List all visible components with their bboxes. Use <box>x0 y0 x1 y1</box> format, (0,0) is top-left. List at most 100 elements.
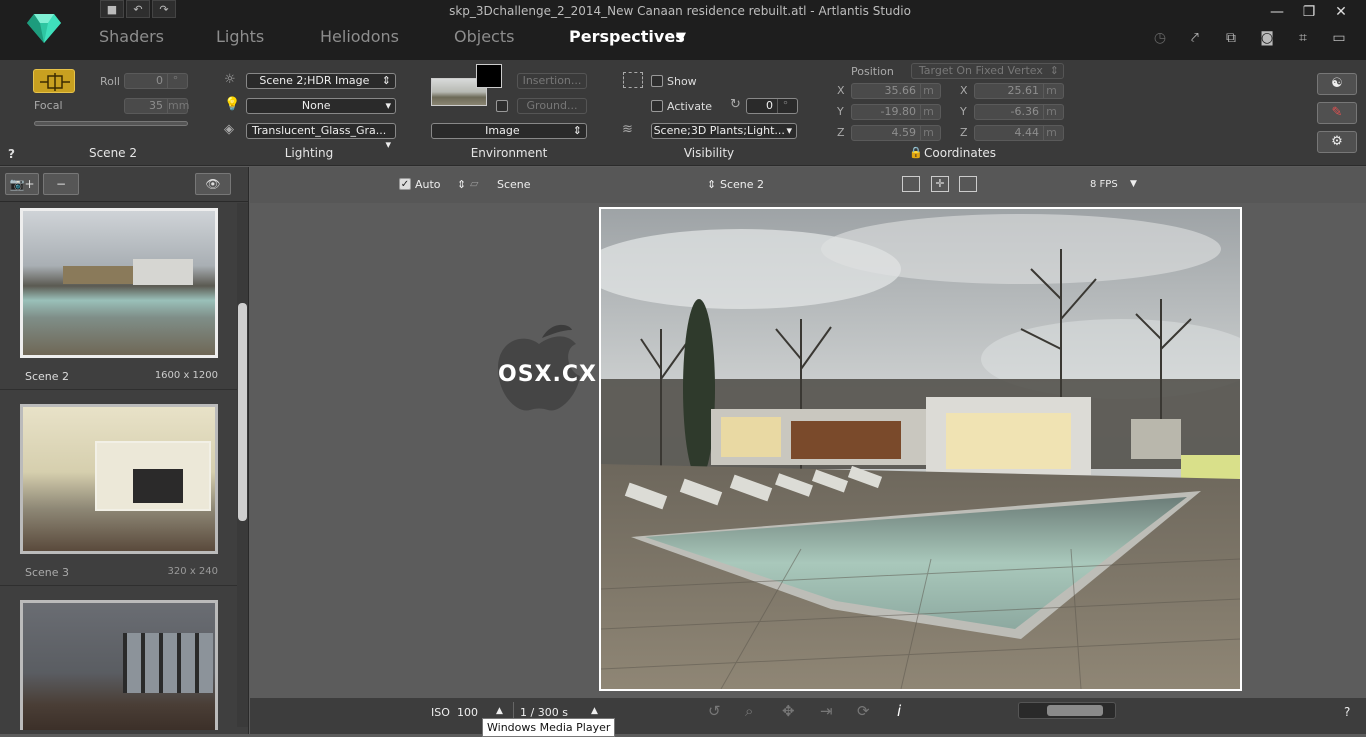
scene-section-label: Scene 2 <box>88 146 138 160</box>
info-icon[interactable]: i <box>897 702 901 720</box>
scene-size: 320 x 240 <box>167 566 218 577</box>
redo-icon[interactable]: ↷ <box>152 0 176 18</box>
ground-checkbox[interactable] <box>496 100 508 112</box>
scene-select[interactable]: Scene 2 <box>720 178 764 191</box>
display-icon[interactable]: ▭ <box>1329 30 1349 48</box>
render-mode-button[interactable]: ☯ <box>1317 73 1357 95</box>
fps-select[interactable]: 8 FPS <box>1090 179 1118 190</box>
maximize-button[interactable]: ❐ <box>1294 4 1324 22</box>
render-viewport[interactable] <box>599 207 1242 691</box>
sun-icon: ☼ <box>224 72 236 87</box>
help-icon[interactable]: ? <box>8 147 15 161</box>
navigation-slider[interactable] <box>1018 702 1116 719</box>
taskbar-tooltip: Windows Media Player <box>482 718 616 737</box>
roll-label: Roll <box>100 75 120 88</box>
target-y-field[interactable]: -6.36 m <box>974 104 1064 120</box>
axis-icon[interactable]: ⤤ <box>1185 30 1205 48</box>
shader-select[interactable]: Translucent_Glass_Gra... ▾ <box>246 123 396 151</box>
camera-frame-icon <box>40 73 70 91</box>
light-select[interactable]: None ▾ <box>246 98 396 114</box>
tab-menu-arrow-icon[interactable]: ▼ <box>676 30 686 45</box>
camera-settings-bar: ISO 100 ▲ 1 / 300 s ▲ ↺ ⌕ ✥ ⇥ ⟳ i ? <box>250 698 1366 734</box>
perspectives-sidebar: 📷+ − 👁 Scene 2 1600 x 1200 Scene 3 320 x… <box>0 167 249 734</box>
artlantis-logo-icon <box>27 14 61 43</box>
scene-stepper-icon[interactable]: ⇕ <box>707 178 716 191</box>
activate-checkbox[interactable] <box>651 100 663 112</box>
orbit-icon[interactable]: ⟳ <box>857 702 870 720</box>
navigation-slider-thumb[interactable] <box>1047 705 1103 716</box>
color-pencils-icon: ✎ <box>1331 105 1343 120</box>
camera-mode-button[interactable] <box>33 69 75 93</box>
focal-field[interactable]: 35 mm <box>124 98 189 114</box>
scene-name: Scene 2 <box>25 370 70 383</box>
lock-icon[interactable]: 🔒 <box>909 146 923 159</box>
target-x-field[interactable]: 25.61 m <box>974 83 1064 99</box>
minimize-button[interactable]: — <box>1262 4 1292 22</box>
auto-checkbox[interactable]: ✓ <box>399 178 411 190</box>
angle-field[interactable]: 0 ° <box>746 98 798 114</box>
remove-camera-button[interactable]: − <box>43 173 79 195</box>
focal-slider[interactable] <box>34 121 188 126</box>
layers-icon: ≋ <box>622 122 633 137</box>
ground-button[interactable]: Ground... <box>517 98 587 114</box>
settings-button[interactable]: ⚙ <box>1317 131 1357 153</box>
show-checkbox[interactable] <box>651 75 663 87</box>
save-icon[interactable]: ■ <box>100 0 124 18</box>
show-label: Show <box>667 75 697 88</box>
iso-up-icon[interactable]: ▲ <box>496 706 503 716</box>
position-x-label: X <box>837 84 845 97</box>
iso-value[interactable]: 100 <box>457 706 478 719</box>
iso-label: ISO <box>431 706 450 719</box>
fps-chevron-down-icon[interactable]: ▼ <box>1130 179 1137 189</box>
tab-shaders[interactable]: Shaders <box>99 27 164 46</box>
walk-icon[interactable]: ⇥ <box>820 702 833 720</box>
crop-icon[interactable]: ⌗ <box>1293 30 1313 48</box>
scene-thumbnail-scene-2[interactable] <box>20 208 218 358</box>
tab-objects[interactable]: Objects <box>454 27 514 46</box>
insertion-button[interactable]: Insertion... <box>517 73 587 89</box>
window-icon[interactable]: ⧉ <box>1221 30 1241 48</box>
post-process-button[interactable]: ✎ <box>1317 102 1357 124</box>
heliodon-stepper-icon[interactable]: ⇕ <box>457 178 466 191</box>
close-button[interactable]: ✕ <box>1326 4 1356 22</box>
undo-icon[interactable]: ↶ <box>126 0 150 18</box>
yin-yang-icon: ☯ <box>1331 76 1343 91</box>
roll-field[interactable]: 0 ° <box>124 73 188 89</box>
add-camera-button[interactable]: 📷+ <box>5 173 39 195</box>
pan-icon[interactable]: ✥ <box>782 702 795 720</box>
tab-perspectives[interactable]: Perspectives <box>569 27 685 46</box>
render-preview-image <box>601 209 1240 689</box>
visibility-layers-select[interactable]: Scene;3D Plants;Light... ▾ <box>651 123 797 139</box>
viewport-header: ✓ Auto ⇕ ▱ Scene ⇕ Scene 2 ✛ 8 FPS ▼ <box>250 167 1366 203</box>
gear-icon: ⚙ <box>1331 134 1343 149</box>
tab-heliodons[interactable]: Heliodons <box>320 27 399 46</box>
tab-lights[interactable]: Lights <box>216 27 264 46</box>
frame-left-icon[interactable] <box>902 176 920 192</box>
shutter-up-icon[interactable]: ▲ <box>591 706 598 716</box>
scene-size: 1600 x 1200 <box>154 370 218 381</box>
background-color-swatch[interactable] <box>476 64 502 88</box>
camera-icon[interactable]: ◙ <box>1257 30 1277 48</box>
timer-icon: ◷ <box>1153 30 1167 46</box>
auto-label: Auto <box>415 178 441 191</box>
frame-center-icon[interactable]: ✛ <box>931 176 949 192</box>
zoom-icon[interactable]: ⌕ <box>745 702 753 720</box>
scene-thumbnail-scene-3[interactable] <box>20 404 218 554</box>
sidebar-scroll-thumb[interactable] <box>238 303 247 521</box>
heliodon-scene-label: Scene <box>497 178 531 191</box>
preview-eye-button[interactable]: 👁 <box>195 173 231 195</box>
scene-thumbnail-scene-4[interactable] <box>20 600 218 730</box>
environment-mode-select[interactable]: Image ⇕ <box>431 123 587 139</box>
sidebar-scrollbar[interactable] <box>237 203 248 727</box>
position-z-label: Z <box>837 126 845 139</box>
reset-view-icon[interactable]: ↺ <box>708 702 721 720</box>
rotate-angle-icon: ↻ <box>730 97 741 112</box>
frame-right-icon[interactable] <box>959 176 977 192</box>
heliodon-select[interactable]: Scene 2;HDR Image ⇕ <box>246 73 396 89</box>
position-z-field[interactable]: 4.59 m <box>851 125 941 141</box>
target-mode-select[interactable]: Target On Fixed Vertex ⇕ <box>911 63 1064 79</box>
position-y-field[interactable]: -19.80 m <box>851 104 941 120</box>
target-z-field[interactable]: 4.44 m <box>974 125 1064 141</box>
position-x-field[interactable]: 35.66 m <box>851 83 941 99</box>
help-icon[interactable]: ? <box>1344 705 1350 719</box>
